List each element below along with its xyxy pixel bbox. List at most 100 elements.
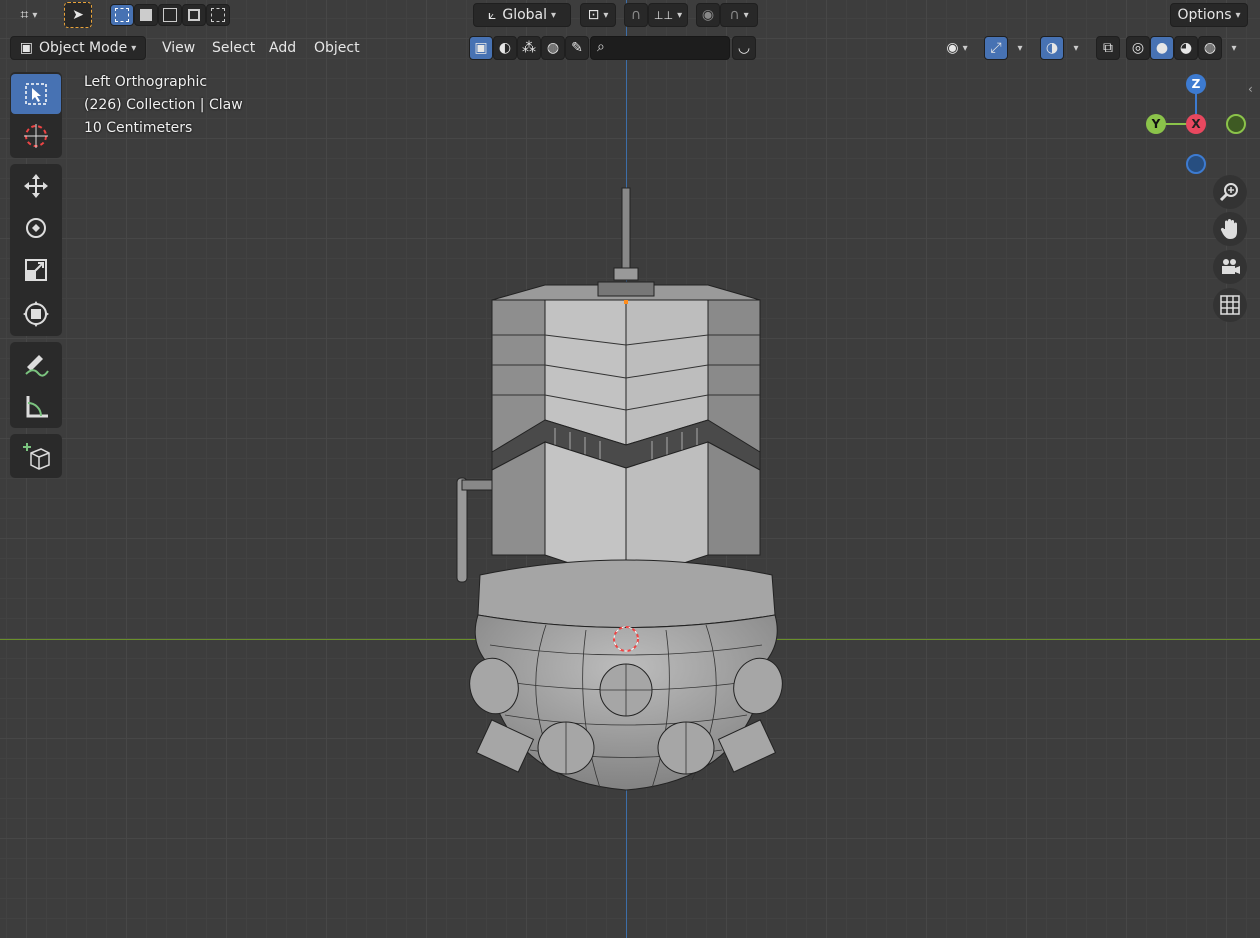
particles-icon: ⁂ — [522, 40, 536, 56]
editor-type-icon: ⌗ — [20, 7, 29, 23]
chevron-down-icon: ▾ — [1073, 42, 1079, 54]
magnet-icon: ∩ — [630, 7, 642, 23]
grid-icon — [1220, 295, 1240, 315]
filter-selectable-button[interactable]: ▣ — [469, 36, 493, 60]
rendered-sphere-icon: ◍ — [1203, 40, 1217, 56]
gizmo-dropdown[interactable]: ▾ — [1008, 36, 1028, 60]
overlays-toggle[interactable]: ◑ — [1040, 36, 1064, 60]
gizmo-y-axis[interactable]: Y — [1146, 114, 1166, 134]
shading-rendered-button[interactable]: ◍ — [1198, 36, 1222, 60]
chevron-down-icon: ▾ — [1235, 9, 1241, 21]
pivot-point-dropdown[interactable]: ⊡ ▾ — [580, 3, 616, 27]
menu-object[interactable]: Object — [306, 36, 368, 60]
filter-material-button[interactable]: ◐ — [493, 36, 517, 60]
select-mode-intersect-button[interactable] — [206, 4, 230, 26]
search-input[interactable] — [615, 39, 729, 59]
proportional-edit-icon: ◉ — [701, 7, 715, 23]
zoom-button[interactable] — [1213, 175, 1247, 209]
sidebar-toggle-icon[interactable]: ‹ — [1248, 82, 1253, 96]
view-name: Left Orthographic — [84, 74, 208, 90]
transform-icon — [23, 301, 49, 327]
select-box-tool[interactable] — [11, 74, 61, 114]
ortho-toggle-button[interactable] — [1213, 288, 1247, 322]
search-options-button[interactable]: ◡ — [732, 36, 756, 60]
select-tool-button[interactable]: ➤ — [64, 2, 92, 28]
robot-model[interactable] — [440, 180, 800, 800]
snap-target-dropdown[interactable]: ⊥⊥ ▾ — [648, 3, 688, 27]
select-intersect-icon — [211, 8, 225, 22]
tool-settings-bar: ⌗ ▾ ➤ ⟀ Global ▾ ⊡ ▾ ∩ ⊥⊥ ▾ ◉ ∩ ▾ Options ▾ — [0, 0, 1260, 30]
z-axis-label: Z — [1191, 77, 1201, 91]
scale-tool[interactable] — [11, 250, 61, 290]
shading-dropdown[interactable]: ▾ — [1222, 36, 1242, 60]
editor-type-button[interactable]: ⌗ ▾ — [8, 3, 50, 27]
rotate-tool[interactable] — [11, 208, 61, 248]
shading-wireframe-button[interactable]: ◎ — [1126, 36, 1150, 60]
falloff-dropdown[interactable]: ∩ ▾ — [720, 3, 758, 27]
gizmo-toggle[interactable]: ⤢ — [984, 36, 1008, 60]
zoom-icon — [1219, 183, 1238, 202]
proportional-edit-toggle[interactable]: ◉ — [696, 3, 720, 27]
arrow-cursor-icon: ➤ — [72, 7, 84, 23]
mode-dropdown[interactable]: ▣ Object Mode ▾ — [10, 36, 146, 60]
measure-tool[interactable] — [11, 386, 61, 426]
scale-info: 10 Centimeters — [84, 120, 193, 136]
snap-toggle[interactable]: ∩ — [624, 3, 648, 27]
overlays-dropdown[interactable]: ▾ — [1064, 36, 1084, 60]
chevron-down-icon: ▾ — [603, 9, 609, 21]
camera-view-button[interactable] — [1213, 250, 1247, 284]
select-mode-subtract-button[interactable] — [158, 4, 182, 26]
3d-viewport[interactable] — [0, 0, 1260, 938]
object-mode-icon: ▣ — [19, 40, 33, 56]
select-box-icon: ▣ — [474, 40, 488, 56]
curve-icon: ◡ — [737, 40, 751, 56]
search-field[interactable]: ⌕ — [590, 36, 730, 60]
pan-hand-icon — [1220, 219, 1237, 239]
eye-icon: ◉ — [946, 40, 959, 56]
chevron-down-icon: ▾ — [677, 9, 683, 21]
camera-icon — [1222, 259, 1240, 274]
brush-icon: ✎ — [571, 40, 583, 56]
menu-view[interactable]: View — [154, 36, 203, 60]
search-icon: ⌕ — [597, 39, 605, 55]
chevron-down-icon: ▾ — [131, 42, 137, 54]
add-cube-tool[interactable] — [11, 436, 61, 476]
transform-tool[interactable] — [11, 294, 61, 334]
orientation-dropdown[interactable]: ⟀ Global ▾ — [473, 3, 571, 27]
gizmo-neg-z-axis[interactable] — [1186, 154, 1206, 174]
select-new-icon — [115, 8, 129, 22]
shading-solid-button[interactable]: ● — [1150, 36, 1174, 60]
chevron-down-icon: ▾ — [1231, 42, 1237, 54]
menu-select[interactable]: Select — [204, 36, 263, 60]
gizmo-icon: ⤢ — [990, 40, 1002, 56]
chevron-down-icon: ▾ — [32, 9, 38, 21]
options-dropdown[interactable]: Options ▾ — [1170, 3, 1248, 27]
xray-toggle[interactable]: ⧉ — [1096, 36, 1120, 60]
pan-button[interactable] — [1213, 212, 1247, 246]
snap-increment-icon: ⊥⊥ — [653, 8, 674, 22]
gizmo-z-axis[interactable]: Z — [1186, 74, 1206, 94]
measure-icon — [26, 396, 48, 418]
solid-sphere-icon: ● — [1155, 40, 1169, 56]
annotate-tool[interactable] — [11, 344, 61, 384]
mode-label: Object Mode — [39, 40, 128, 56]
filter-particles-button[interactable]: ⁂ — [517, 36, 541, 60]
filter-brush-button[interactable]: ✎ — [565, 36, 589, 60]
filter-world-button[interactable]: ◍ — [541, 36, 565, 60]
chevron-down-icon: ▾ — [1017, 42, 1023, 54]
move-tool[interactable] — [11, 166, 61, 206]
orientation-label: Global — [502, 7, 548, 23]
menu-add[interactable]: Add — [261, 36, 304, 60]
viewport-header: ▣ Object Mode ▾ View Select Add Object ▣… — [0, 32, 1260, 62]
visibility-dropdown[interactable]: ◉ ▾ — [938, 36, 976, 60]
gizmo-x-axis[interactable]: X — [1186, 114, 1206, 134]
select-mode-extend-button[interactable] — [134, 4, 158, 26]
gizmo-neg-y-axis[interactable] — [1226, 114, 1246, 134]
shading-material-button[interactable]: ◕ — [1174, 36, 1198, 60]
select-extend-icon — [140, 9, 152, 21]
select-mode-new-button[interactable] — [110, 4, 134, 26]
y-axis-label: Y — [1151, 117, 1161, 131]
select-mode-invert-button[interactable] — [182, 4, 206, 26]
cursor-tool[interactable] — [11, 116, 61, 156]
material-icon: ◐ — [498, 40, 512, 56]
